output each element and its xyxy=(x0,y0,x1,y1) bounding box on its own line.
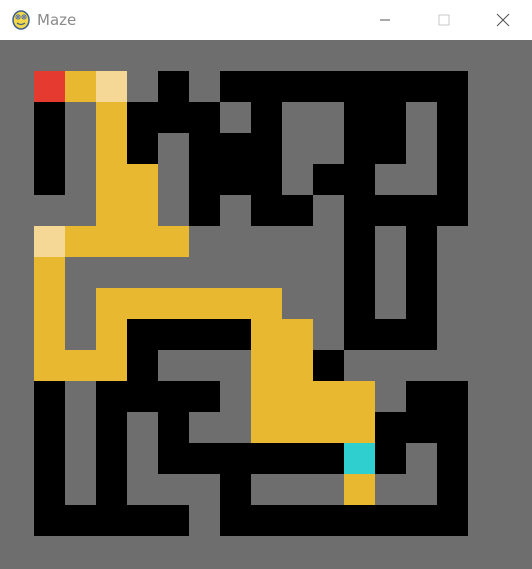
maze-wall xyxy=(406,381,468,412)
maximize-icon xyxy=(438,14,450,26)
maze-wall xyxy=(127,350,158,381)
maze-wall xyxy=(220,505,468,536)
solution-path-cell xyxy=(282,412,313,443)
maze-wall xyxy=(437,443,468,474)
maze-wall xyxy=(34,133,65,164)
maze-wall xyxy=(344,133,406,164)
solution-path-cell xyxy=(251,319,282,350)
maze-wall xyxy=(406,257,437,288)
window-title: Maze xyxy=(37,11,77,29)
solution-path-cell xyxy=(251,412,282,443)
solution-path-cell xyxy=(344,412,375,443)
solution-path-cell xyxy=(34,350,65,381)
solution-path-cell xyxy=(220,288,251,319)
highlight-cell xyxy=(34,226,65,257)
maze-wall xyxy=(251,195,313,226)
maze-wall xyxy=(344,319,437,350)
maze-wall xyxy=(189,195,220,226)
title-bar[interactable]: Maze xyxy=(0,0,532,41)
maze-wall xyxy=(34,381,65,412)
maze-wall xyxy=(96,412,127,443)
solution-path-cell xyxy=(96,164,127,195)
solution-path-cell xyxy=(96,226,127,257)
solution-path-cell xyxy=(251,288,282,319)
maze-wall xyxy=(251,102,282,133)
solution-path-cell xyxy=(313,381,344,412)
solution-path-cell xyxy=(34,319,65,350)
solution-path-cell xyxy=(282,381,313,412)
goal-cell xyxy=(344,443,375,474)
maze-grid xyxy=(34,71,468,536)
maze-wall xyxy=(189,164,282,195)
maze-wall xyxy=(34,505,189,536)
maze-wall xyxy=(158,71,189,102)
maze-wall xyxy=(437,102,468,133)
solution-path-cell xyxy=(282,350,313,381)
solution-path-cell xyxy=(127,226,158,257)
maze-wall xyxy=(437,164,468,195)
solution-path-cell xyxy=(251,350,282,381)
solution-path-cell xyxy=(282,319,313,350)
solution-path-cell xyxy=(65,350,96,381)
solution-path-cell xyxy=(96,319,127,350)
maze-wall xyxy=(96,381,189,412)
solution-path-cell xyxy=(158,288,189,319)
start-cell xyxy=(34,71,65,102)
maze-wall xyxy=(220,71,468,102)
maze-wall xyxy=(189,381,220,412)
maximize-button[interactable] xyxy=(415,0,473,40)
close-button[interactable] xyxy=(474,0,532,40)
solution-path-cell xyxy=(65,71,96,102)
solution-path-cell xyxy=(158,226,189,257)
maze-wall xyxy=(344,288,375,319)
solution-path-cell xyxy=(189,288,220,319)
solution-path-cell xyxy=(127,164,158,195)
minimize-button[interactable] xyxy=(356,0,414,40)
maze-wall xyxy=(158,412,189,443)
maze-wall xyxy=(406,226,437,257)
close-icon xyxy=(496,13,510,27)
maze-wall xyxy=(34,412,65,443)
maze-wall xyxy=(437,474,468,505)
maze-wall xyxy=(406,288,437,319)
solution-path-cell xyxy=(313,412,344,443)
solution-path-cell xyxy=(344,474,375,505)
solution-path-cell xyxy=(96,133,127,164)
maze-wall xyxy=(96,474,127,505)
solution-path-cell xyxy=(96,102,127,133)
maze-wall xyxy=(34,443,65,474)
solution-path-cell xyxy=(127,195,158,226)
solution-path-cell xyxy=(251,381,282,412)
maze-window: Maze xyxy=(0,0,532,569)
maze-wall xyxy=(375,443,406,474)
solution-path-cell xyxy=(65,226,96,257)
maze-wall xyxy=(344,102,406,133)
maze-wall xyxy=(34,164,65,195)
maze-board[interactable] xyxy=(0,40,532,569)
maze-wall xyxy=(220,474,251,505)
solution-path-cell xyxy=(96,195,127,226)
highlight-cell xyxy=(96,71,127,102)
maze-wall xyxy=(344,257,375,288)
maze-wall xyxy=(344,195,468,226)
maze-wall xyxy=(313,164,375,195)
maze-wall xyxy=(344,226,375,257)
solution-path-cell xyxy=(34,257,65,288)
maze-wall xyxy=(437,133,468,164)
minimize-icon xyxy=(380,19,390,21)
maze-wall xyxy=(127,319,251,350)
solution-path-cell xyxy=(34,288,65,319)
maze-wall xyxy=(189,133,282,164)
solution-path-cell xyxy=(96,288,127,319)
maze-wall xyxy=(406,412,468,443)
maze-wall xyxy=(34,474,65,505)
solution-path-cell xyxy=(127,288,158,319)
maze-wall xyxy=(158,443,344,474)
maze-wall xyxy=(96,443,127,474)
solution-path-cell xyxy=(96,350,127,381)
solution-path-cell xyxy=(344,381,375,412)
maze-wall xyxy=(34,102,65,133)
pygame-snake-icon xyxy=(12,10,30,30)
